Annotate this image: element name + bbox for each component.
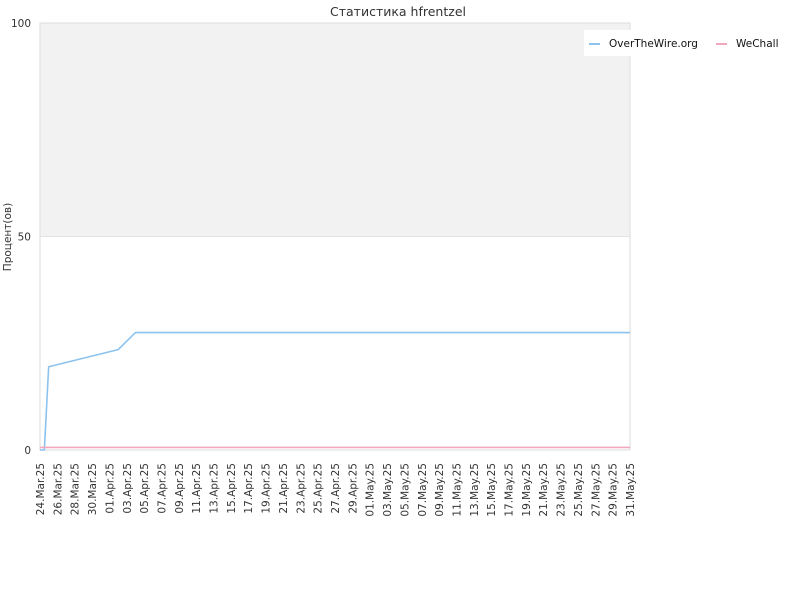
x-tick-label: 27.Apr.25: [330, 463, 342, 514]
plot-area: 0 50 100 24.Mar.25 26.Mar.25 28.Mar.25 30.Mar.…: [11, 18, 637, 517]
legend[interactable]: OverTheWire.org WeChall: [584, 30, 784, 56]
x-tick-label: 17.May.25: [504, 463, 516, 517]
legend-label: OverTheWire.org: [609, 38, 698, 50]
x-tick-label: 03.Apr.25: [122, 463, 134, 514]
x-tick-label: 01.Apr.25: [104, 463, 116, 514]
x-tick-label: 29.Apr.25: [347, 463, 359, 514]
x-tick-label: 24.Mar.25: [35, 463, 47, 515]
y-tick-label: 50: [18, 232, 31, 244]
x-tick-label: 09.May.25: [434, 463, 446, 517]
x-tick-label: 17.Apr.25: [243, 463, 255, 514]
x-tick-label: 21.Apr.25: [278, 463, 290, 514]
x-tick-label: 25.May.25: [573, 463, 585, 517]
x-tick-label: 13.May.25: [469, 463, 481, 517]
y-tick-label: 100: [11, 18, 31, 30]
x-tick-label: 11.Apr.25: [191, 463, 203, 514]
x-tick-label: 07.May.25: [417, 463, 429, 517]
x-tick-label: 03.May.25: [382, 463, 394, 517]
legend-label: WeChall: [736, 38, 778, 50]
x-tick-label: 05.Apr.25: [139, 463, 151, 514]
x-tick-label: 11.May.25: [451, 463, 463, 517]
x-tick-label: 15.May.25: [486, 463, 498, 517]
shaded-band: [40, 23, 630, 237]
x-tick-label: 29.May.25: [608, 463, 620, 517]
x-tick-label: 15.Apr.25: [226, 463, 238, 514]
x-tick-label: 30.Mar.25: [87, 463, 99, 515]
y-axis-title: Процент(ов): [2, 203, 14, 271]
x-tick-label: 23.May.25: [556, 463, 568, 517]
line-chart: Статистика hfrentzel Процент(ов) 0 50 100 2…: [2, 4, 784, 517]
x-tick-label: 27.May.25: [590, 463, 602, 517]
x-tick-label: 28.Mar.25: [70, 463, 82, 515]
x-tick-label: 26.Mar.25: [52, 463, 64, 515]
x-tick-label: 31.May.25: [625, 463, 637, 517]
x-tick-label: 05.May.25: [399, 463, 411, 517]
x-tick-label: 19.May.25: [521, 463, 533, 517]
series-line-overthewire: [40, 331, 630, 451]
x-tick-label: 21.May.25: [538, 463, 550, 517]
y-tick-label: 0: [24, 445, 31, 457]
x-tick-label: 09.Apr.25: [174, 463, 186, 514]
x-tick-label: 25.Apr.25: [313, 463, 325, 514]
x-tick-label: 19.Apr.25: [261, 463, 273, 514]
x-tick-label: 13.Apr.25: [209, 463, 221, 514]
x-tick-label: 01.May.25: [365, 463, 377, 517]
chart-title: Статистика hfrentzel: [330, 4, 466, 19]
x-tick-label: 07.Apr.25: [156, 463, 168, 514]
x-tick-label: 23.Apr.25: [295, 463, 307, 514]
